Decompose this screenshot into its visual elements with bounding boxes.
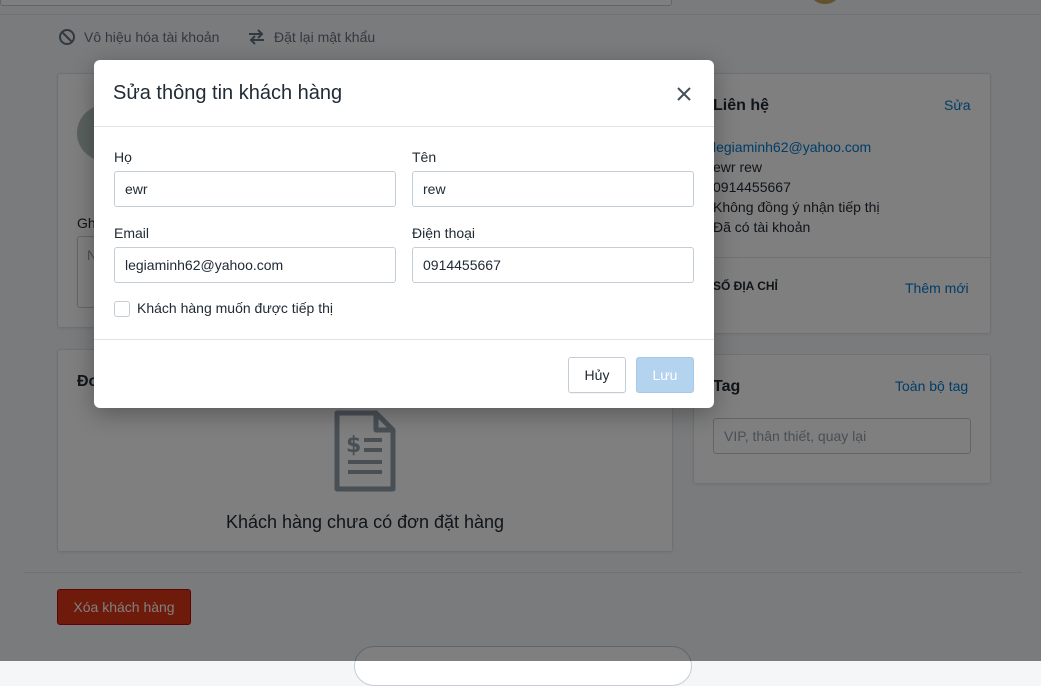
last-name-label: Họ xyxy=(114,149,132,165)
email-field[interactable] xyxy=(114,247,396,283)
cancel-button[interactable]: Hủy xyxy=(568,357,626,393)
close-icon[interactable] xyxy=(674,84,694,104)
save-button[interactable]: Lưu xyxy=(636,357,694,393)
edit-customer-modal: Sửa thông tin khách hàng Họ Tên Email Đi… xyxy=(94,60,714,408)
modal-footer: Hủy Lưu xyxy=(94,339,714,408)
last-name-input[interactable] xyxy=(114,171,396,207)
modal-title: Sửa thông tin khách hàng xyxy=(113,82,343,104)
email-label: Email xyxy=(114,225,150,241)
marketing-checkbox[interactable] xyxy=(114,301,130,317)
marketing-checkbox-label[interactable]: Khách hàng muốn được tiếp thị xyxy=(137,300,333,316)
first-name-input[interactable] xyxy=(412,171,694,207)
phone-field[interactable] xyxy=(412,247,694,283)
first-name-label: Tên xyxy=(412,149,437,165)
phone-label: Điện thoại xyxy=(412,225,476,241)
modal-header: Sửa thông tin khách hàng xyxy=(94,60,714,127)
